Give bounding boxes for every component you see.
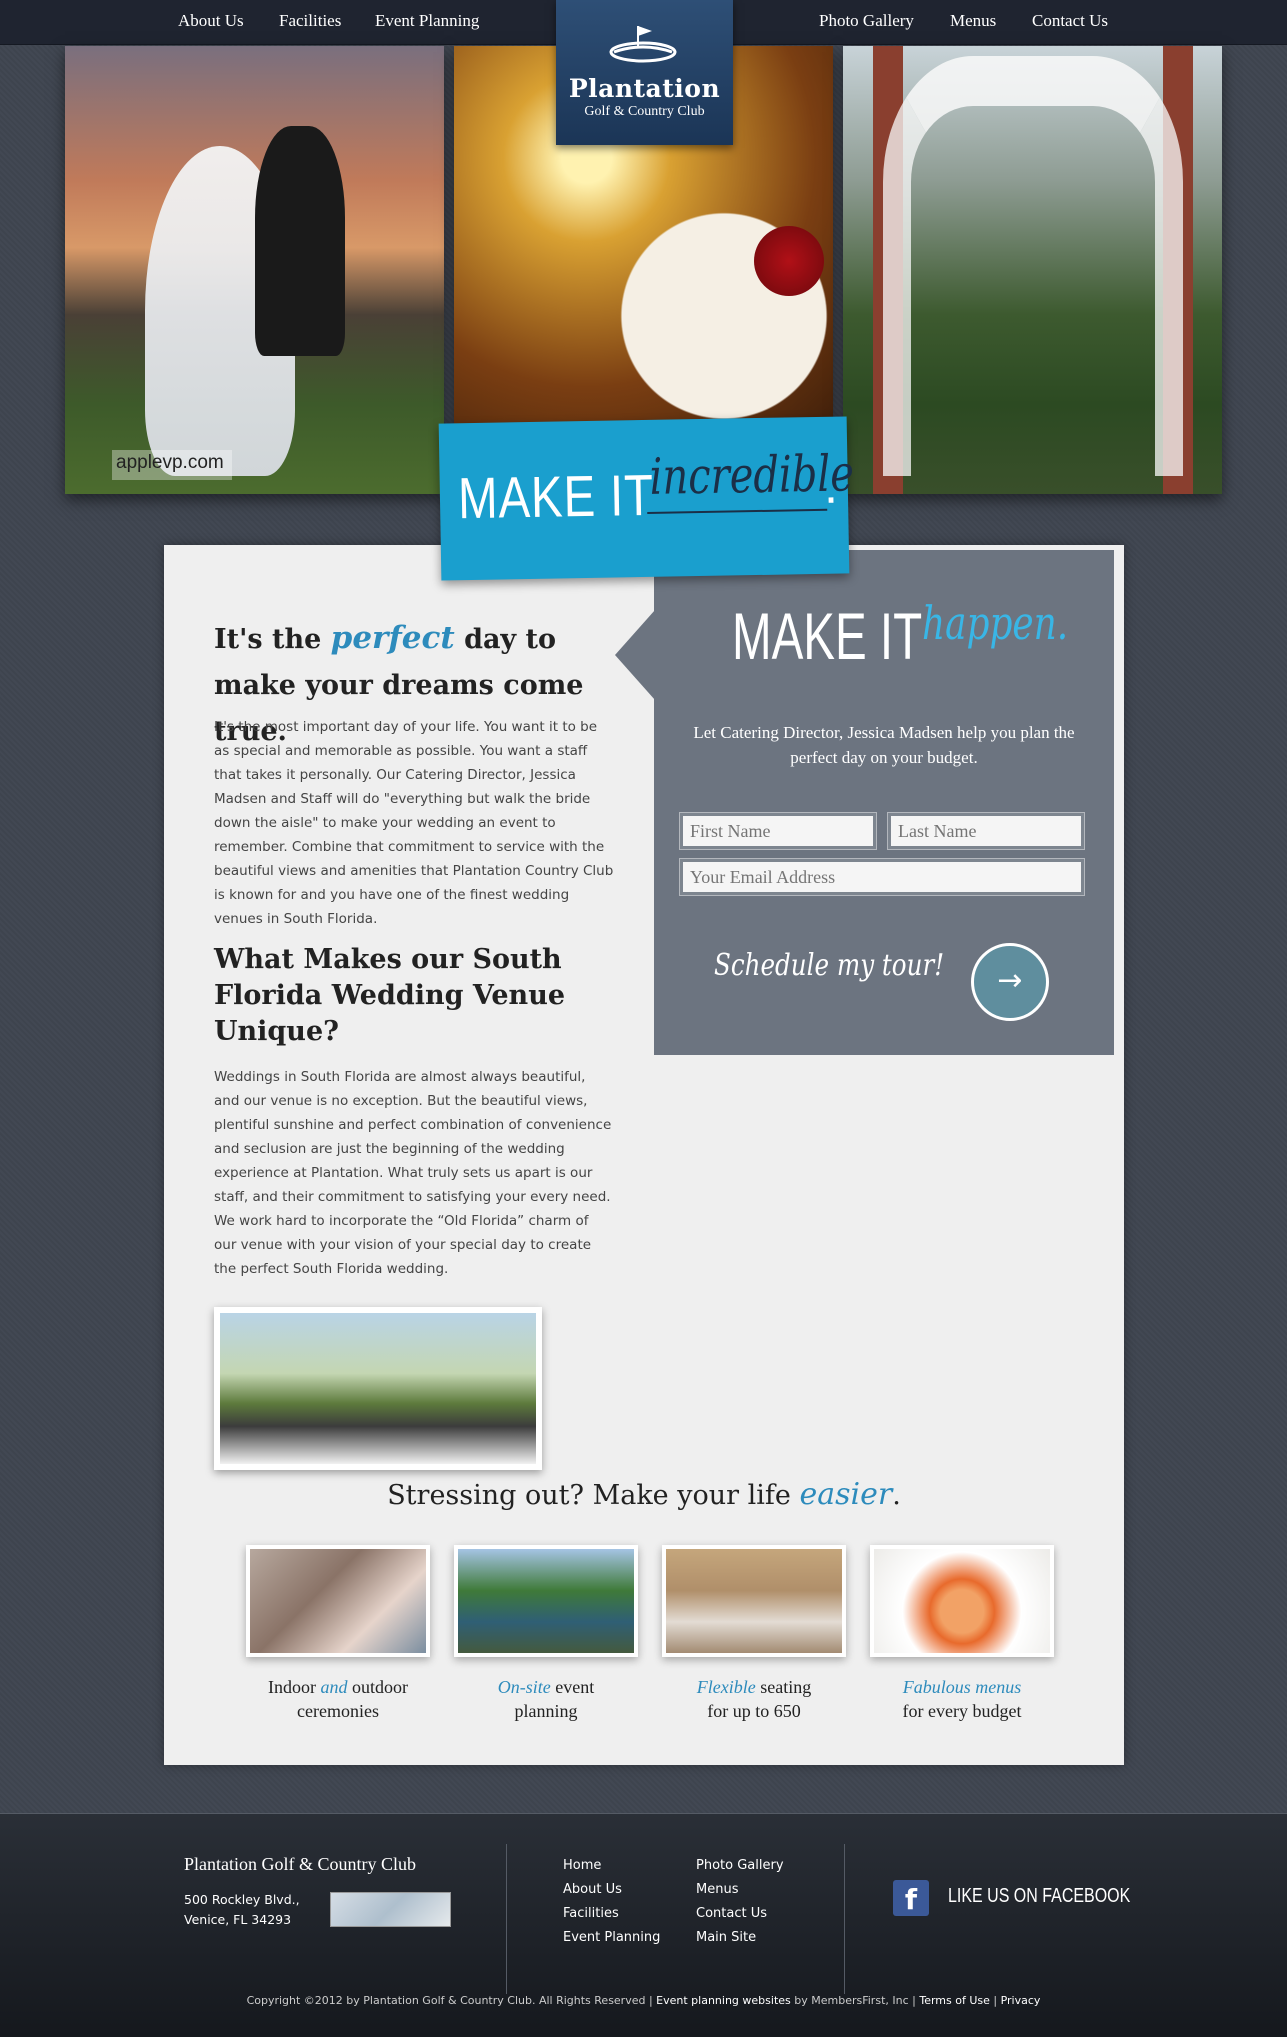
footer-link-home[interactable]: Home [563, 1854, 660, 1878]
facebook-icon[interactable]: f [893, 1880, 929, 1916]
feature-card-seating[interactable] [662, 1545, 846, 1657]
footer-club-name: Plantation Golf & Country Club [184, 1854, 416, 1874]
hero-photo-couple [65, 46, 444, 494]
banner-dot: . [823, 457, 839, 514]
terms-of-use-link[interactable]: Terms of Use [919, 1994, 990, 2007]
feature-caption: On-site event planning [497, 1677, 595, 1721]
intro-paragraph: It's the most important day of your life… [214, 719, 614, 927]
schedule-tour-button[interactable]: → [971, 943, 1049, 1021]
footer-link-about-us[interactable]: About Us [563, 1878, 660, 1902]
footer-link-menus[interactable]: Menus [696, 1878, 784, 1902]
footer-divider [844, 1844, 845, 1994]
main-content-panel: It's the perfect day to make your dreams… [164, 545, 1124, 1765]
footer-links-col1: Home About Us Facilities Event Planning [563, 1854, 660, 1950]
footer-divider [506, 1844, 507, 1994]
privacy-link[interactable]: Privacy [1001, 1994, 1041, 2007]
nav-menus[interactable]: Menus [950, 11, 996, 31]
nav-event-planning[interactable]: Event Planning [375, 11, 479, 31]
feature-card-menus[interactable] [870, 1545, 1054, 1657]
nav-facilities[interactable]: Facilities [279, 11, 341, 31]
footer-address: 500 Rockley Blvd., Venice, FL 34293 [184, 1892, 300, 1927]
first-name-field[interactable] [679, 812, 877, 850]
nav-about-us[interactable]: About Us [178, 11, 244, 31]
logo-title: Plantation [568, 74, 721, 103]
banner-text: MAKE IT [457, 462, 655, 532]
footer-links-col2: Photo Gallery Menus Contact Us Main Site [696, 1854, 784, 1950]
nav-photo-gallery[interactable]: Photo Gallery [819, 11, 914, 31]
location-map-thumbnail[interactable] [330, 1892, 451, 1927]
feature-caption: Flexible seating for up to 650 [696, 1677, 812, 1721]
golf-flag-logo-icon [609, 26, 677, 63]
form-heading-script: happen. [922, 596, 1069, 650]
copyright-line: Copyright ©2012 by Plantation Golf & Cou… [246, 1994, 1041, 2007]
site-footer: Plantation Golf & Country Club 500 Rockl… [0, 1813, 1287, 2037]
facebook-like-link[interactable]: LIKE US ON FACEBOOK [948, 1885, 1130, 1908]
footer-link-photo-gallery[interactable]: Photo Gallery [696, 1854, 784, 1878]
tour-form: MAKE IT happen. Let Catering Director, J… [615, 550, 1114, 1055]
footer-link-contact-us[interactable]: Contact Us [696, 1902, 784, 1926]
wedding-ceremony-photo [214, 1307, 542, 1470]
footer-link-facilities[interactable]: Facilities [563, 1902, 660, 1926]
footer-link-main-site[interactable]: Main Site [696, 1926, 784, 1950]
feature-caption: Indoor and outdoor ceremonies [268, 1677, 408, 1721]
nav-contact-us[interactable]: Contact Us [1032, 11, 1108, 31]
footer-link-event-planning[interactable]: Event Planning [563, 1926, 660, 1950]
logo-subtitle: Golf & Country Club [584, 104, 705, 119]
feature-card-planning[interactable] [454, 1545, 638, 1657]
form-heading: MAKE IT [732, 599, 923, 673]
unique-paragraph: Weddings in South Florida are almost alw… [214, 1069, 612, 1277]
feature-caption: Fabulous menus for every budget [902, 1677, 1022, 1721]
unique-heading: What Makes our South Florida Wedding Ven… [214, 944, 565, 1047]
arrow-right-icon: → [997, 963, 1023, 998]
schedule-tour-label[interactable]: Schedule my tour! [714, 948, 944, 983]
email-field[interactable] [679, 858, 1085, 896]
feature-card-ceremonies[interactable] [246, 1545, 430, 1657]
make-it-incredible-banner: MAKE IT incredible . [438, 416, 854, 581]
hero-photo-arch [843, 46, 1222, 494]
last-name-field[interactable] [887, 812, 1085, 850]
photo-watermark: applevp.com [112, 450, 232, 480]
site-logo[interactable]: Plantation Golf & Country Club [556, 0, 733, 145]
event-planning-websites-link[interactable]: Event planning websites [656, 1994, 791, 2007]
stress-heading: Stressing out? Make your life easier. [387, 1477, 901, 1512]
form-description: Let Catering Director, Jessica Madsen he… [693, 723, 1075, 767]
